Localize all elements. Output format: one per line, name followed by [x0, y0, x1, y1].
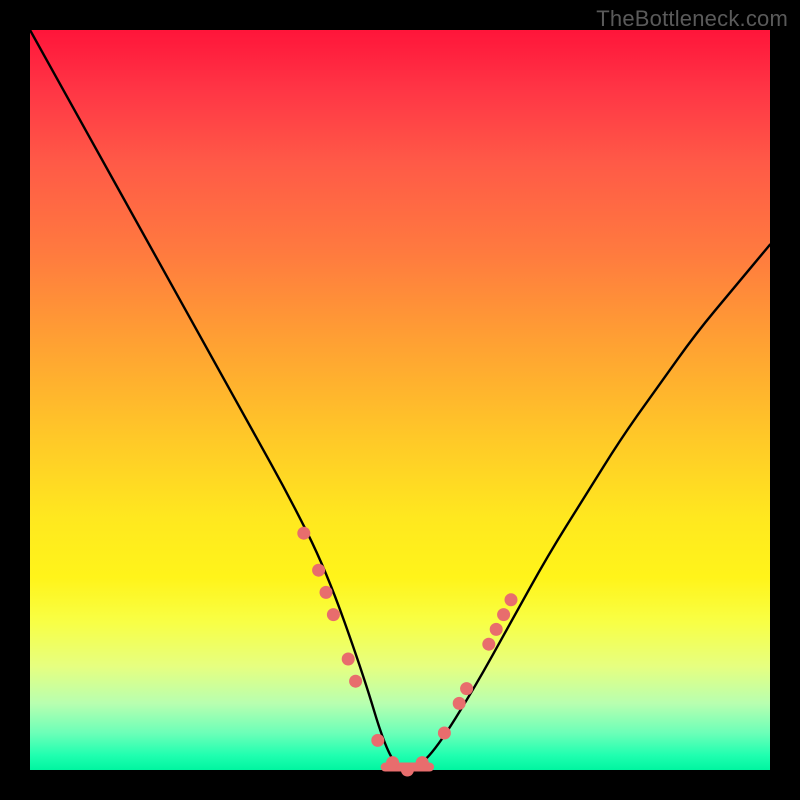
watermark-text: TheBottleneck.com	[596, 6, 788, 32]
marker-dot	[482, 638, 495, 651]
marker-dot	[460, 682, 473, 695]
marker-dot	[327, 608, 340, 621]
marker-dot	[312, 564, 325, 577]
marker-dot	[505, 593, 518, 606]
marker-dot	[497, 608, 510, 621]
curve-layer	[30, 30, 770, 770]
marker-dot	[453, 697, 466, 710]
marker-dots	[297, 527, 517, 777]
marker-dot	[297, 527, 310, 540]
marker-dot	[438, 727, 451, 740]
marker-dot	[349, 675, 362, 688]
marker-dot	[401, 764, 414, 777]
chart-frame: TheBottleneck.com	[0, 0, 800, 800]
marker-dot	[342, 653, 355, 666]
bottleneck-curve	[30, 30, 770, 770]
marker-dot	[416, 756, 429, 769]
chart-svg	[30, 30, 770, 770]
marker-dot	[371, 734, 384, 747]
marker-dot	[320, 586, 333, 599]
marker-dot	[490, 623, 503, 636]
marker-dot	[386, 756, 399, 769]
plot-area	[30, 30, 770, 770]
